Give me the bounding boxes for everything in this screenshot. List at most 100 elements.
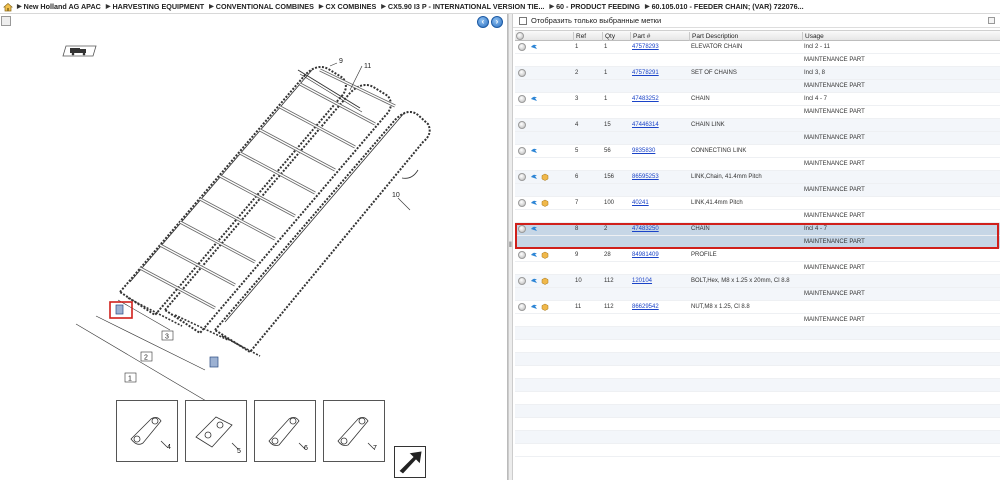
notes-icon[interactable]: [530, 95, 538, 103]
notes-icon[interactable]: [530, 199, 538, 207]
table-row[interactable]: 5 56 9835830 CONNECTING LINK: [515, 145, 1000, 158]
notes-icon[interactable]: [530, 147, 538, 155]
add-to-cart-icon[interactable]: [518, 69, 526, 77]
table-row-note[interactable]: MAINTENANCE PART: [515, 106, 1000, 119]
cell-part[interactable]: 84981409: [630, 249, 689, 262]
table-row[interactable]: 6 156 86595253 LINK,Chain, 41.4mm Pitch: [515, 171, 1000, 184]
column-qty[interactable]: Qty: [602, 32, 630, 41]
add-to-cart-icon[interactable]: [518, 303, 526, 311]
table-row-note[interactable]: MAINTENANCE PART: [515, 184, 1000, 197]
add-to-cart-icon[interactable]: [518, 43, 526, 51]
cell-part[interactable]: 86629542: [630, 301, 689, 314]
table-row[interactable]: 10 112 120104 BOLT,Hex, M8 x 1.25 x 20mm, C…: [515, 275, 1000, 288]
add-to-cart-icon[interactable]: [518, 173, 526, 181]
home-icon[interactable]: [3, 2, 13, 12]
notes-icon[interactable]: [530, 225, 538, 233]
callout-2[interactable]: 2: [144, 355, 148, 362]
table-row-note[interactable]: MAINTENANCE PART: [515, 314, 1000, 327]
column-description[interactable]: Part Description: [689, 32, 802, 41]
breadcrumb-item[interactable]: ▶ 60 - PRODUCT FEEDING: [549, 2, 640, 11]
breadcrumb-item[interactable]: ▶ CONVENTIONAL COMBINES: [209, 2, 314, 11]
breadcrumb-item[interactable]: ▶ HARVESTING EQUIPMENT: [106, 2, 204, 11]
cell-maintenance-note: MAINTENANCE PART: [804, 239, 865, 245]
callout-9[interactable]: 9: [339, 58, 343, 65]
breadcrumb-item[interactable]: ▶ CX5.90 I3 P - INTERNATIONAL VERSION TIE…: [381, 2, 544, 11]
cell-part[interactable]: 47483252: [630, 93, 689, 106]
cell-part[interactable]: 47578293: [630, 41, 689, 54]
callout-10[interactable]: 10: [392, 192, 400, 199]
table-row[interactable]: 7 100 40241 LINK,41.4mm Pitch: [515, 197, 1000, 210]
add-to-cart-icon[interactable]: [518, 147, 526, 155]
notes-icon[interactable]: [530, 251, 538, 259]
table-row-note[interactable]: MAINTENANCE PART: [515, 158, 1000, 171]
cell-qty: 1: [604, 44, 608, 50]
notes-icon[interactable]: [530, 277, 538, 285]
table-row-note[interactable]: MAINTENANCE PART: [515, 80, 1000, 93]
illustration-menu-button[interactable]: [1, 16, 11, 26]
breadcrumb-item[interactable]: ▶ CX COMBINES: [319, 2, 376, 11]
breadcrumb-item[interactable]: ▶ New Holland AG APAC: [17, 2, 101, 11]
show-selected-only-checkbox[interactable]: [519, 16, 527, 25]
breadcrumb-label: CX COMBINES: [325, 2, 377, 11]
expand-all-icon[interactable]: [516, 32, 524, 40]
empty-row: [515, 444, 1000, 457]
package-icon[interactable]: [541, 173, 549, 181]
cell-part[interactable]: 9835830: [630, 145, 689, 158]
table-row[interactable]: 8 2 47483250 CHAIN Incl 4 - 7: [515, 223, 1000, 236]
package-icon[interactable]: [541, 277, 549, 285]
column-ref[interactable]: Ref: [573, 32, 602, 41]
detail-thumbnail-7[interactable]: 7: [323, 400, 385, 462]
cell-desc: CHAIN LINK: [691, 122, 725, 128]
cell-desc: BOLT,Hex, M8 x 1.25 x 20mm, Cl 8.8: [691, 278, 790, 284]
table-row-note[interactable]: MAINTENANCE PART: [515, 54, 1000, 67]
cell-part[interactable]: 47483250: [630, 223, 689, 236]
callout-1[interactable]: 1: [128, 376, 132, 383]
detail-thumbnail-4[interactable]: 4: [116, 400, 178, 462]
cell-maintenance-note: MAINTENANCE PART: [804, 109, 865, 115]
detail-thumbnail-6[interactable]: 6: [254, 400, 316, 462]
notes-icon[interactable]: [530, 43, 538, 51]
breadcrumb-item[interactable]: ▶ 60.105.010 - FEEDER CHAIN; (VAR) 722076…: [645, 2, 804, 11]
table-row[interactable]: 3 1 47483252 CHAIN Incl 4 - 7: [515, 93, 1000, 106]
next-illustration-button[interactable]: [394, 446, 426, 478]
table-row-note[interactable]: MAINTENANCE PART: [515, 288, 1000, 301]
pin-icon[interactable]: [988, 17, 995, 24]
cell-part[interactable]: 40241: [630, 197, 689, 210]
cell-part[interactable]: 47578291: [630, 67, 689, 80]
table-row[interactable]: 2 1 47578291 SET OF CHAINS Incl 3, 8: [515, 67, 1000, 80]
table-row-note[interactable]: MAINTENANCE PART: [515, 132, 1000, 145]
detail-thumbnail-5[interactable]: 5: [185, 400, 247, 462]
table-row[interactable]: 11 112 86629542 NUT,M8 x 1.25, Cl 8.8: [515, 301, 1000, 314]
breadcrumb: ▶ New Holland AG APAC ▶ HARVESTING EQUIPMEN…: [0, 0, 1000, 14]
table-row-note[interactable]: MAINTENANCE PART: [515, 210, 1000, 223]
previous-page-icon[interactable]: ‹: [477, 16, 489, 28]
callout-8-marker[interactable]: [209, 356, 219, 368]
callout-3[interactable]: 3: [165, 334, 169, 341]
package-icon[interactable]: [541, 199, 549, 207]
table-row[interactable]: 9 28 84981409 PROFILE: [515, 249, 1000, 262]
column-part-number[interactable]: Part #: [630, 32, 689, 41]
add-to-cart-icon[interactable]: [518, 121, 526, 129]
column-usage[interactable]: Usage: [802, 32, 1000, 41]
add-to-cart-icon[interactable]: [518, 277, 526, 285]
next-page-icon[interactable]: ›: [491, 16, 503, 28]
add-to-cart-icon[interactable]: [518, 251, 526, 259]
package-icon[interactable]: [541, 251, 549, 259]
vehicle-view-icon[interactable]: [62, 45, 97, 57]
cell-part[interactable]: 86595253: [630, 171, 689, 184]
notes-icon[interactable]: [530, 173, 538, 181]
breadcrumb-arrow-icon: ▶: [17, 4, 22, 10]
cell-part[interactable]: 47446314: [630, 119, 689, 132]
callout-11[interactable]: 11: [364, 63, 371, 70]
table-row-note[interactable]: MAINTENANCE PART: [515, 262, 1000, 275]
table-row-note[interactable]: MAINTENANCE PART: [515, 236, 1000, 249]
add-to-cart-icon[interactable]: [518, 199, 526, 207]
cell-qty: 1: [604, 96, 608, 102]
notes-icon[interactable]: [530, 303, 538, 311]
package-icon[interactable]: [541, 303, 549, 311]
table-row[interactable]: 1 1 47578293 ELEVATOR CHAIN Incl 2 - 11: [515, 41, 1000, 54]
table-row[interactable]: 4 15 47446314 CHAIN LINK: [515, 119, 1000, 132]
cell-part[interactable]: 120104: [630, 275, 689, 288]
add-to-cart-icon[interactable]: [518, 95, 526, 103]
add-to-cart-icon[interactable]: [518, 225, 526, 233]
